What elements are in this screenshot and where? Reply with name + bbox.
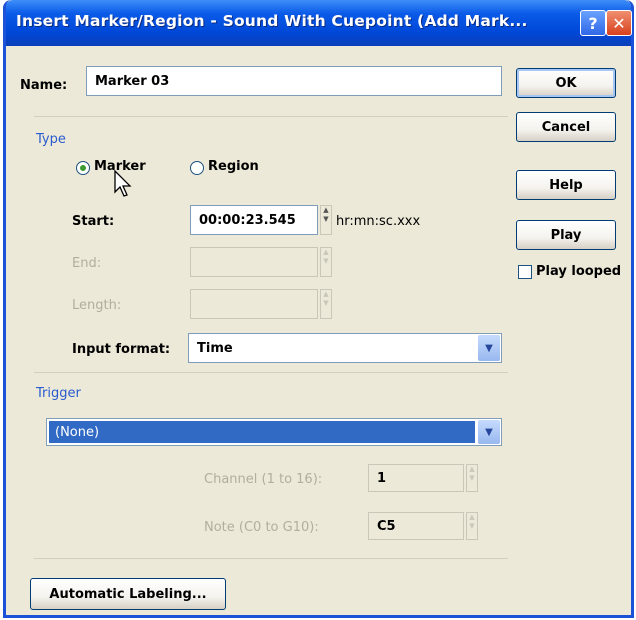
input-format-value: Time — [197, 340, 233, 356]
channel-label: Channel (1 to 16): — [204, 472, 323, 487]
chevron-down-icon[interactable]: ▼ — [478, 420, 500, 444]
dialog-body: Name: Marker 03 OK Cancel Help Play Play… — [6, 46, 631, 618]
play-looped-label: Play looped — [536, 264, 622, 279]
close-icon[interactable]: ✕ — [606, 10, 632, 36]
ok-button[interactable]: OK — [516, 68, 616, 98]
type-group-label: Type — [34, 132, 68, 147]
chevron-down-icon[interactable]: ▼ — [478, 335, 500, 361]
trigger-select[interactable]: (None) ▼ — [46, 418, 502, 446]
play-looped-checkbox[interactable] — [518, 265, 532, 279]
channel-spinner[interactable]: ▲ ▼ — [466, 464, 478, 492]
dialog-window: Insert Marker/Region - Sound With Cuepoi… — [3, 0, 634, 618]
note-label: Note (C0 to G10): — [204, 520, 319, 535]
region-radio[interactable] — [190, 161, 204, 175]
length-input[interactable] — [190, 289, 318, 319]
title-bar[interactable]: Insert Marker/Region - Sound With Cuepoi… — [6, 0, 632, 46]
trigger-selection-highlight — [49, 421, 475, 443]
input-format-label: Input format: — [72, 342, 171, 357]
help-icon[interactable]: ? — [580, 10, 606, 36]
marker-radio[interactable] — [76, 161, 90, 175]
note-input[interactable]: C5 — [368, 512, 464, 540]
end-spinner[interactable]: ▲ ▼ — [320, 247, 332, 277]
start-unit: hr:mn:sc.xxx — [336, 214, 421, 229]
input-format-select[interactable]: Time ▼ — [188, 333, 502, 363]
channel-input[interactable]: 1 — [368, 464, 464, 492]
name-label: Name: — [20, 78, 68, 93]
length-label: Length: — [72, 298, 122, 313]
end-input[interactable] — [190, 247, 318, 277]
window-title: Insert Marker/Region - Sound With Cuepoi… — [16, 12, 528, 30]
start-label: Start: — [72, 214, 115, 229]
region-radio-label[interactable]: Region — [208, 159, 259, 174]
start-spinner[interactable]: ▲ ▼ — [320, 205, 332, 235]
cancel-button[interactable]: Cancel — [516, 112, 616, 142]
help-button[interactable]: Help — [516, 170, 616, 200]
automatic-labeling-button[interactable]: Automatic Labeling... — [30, 578, 226, 610]
name-input[interactable]: Marker 03 — [86, 66, 502, 96]
trigger-value: (None) — [55, 424, 100, 440]
trigger-group-line — [34, 372, 508, 373]
length-spinner[interactable]: ▲ ▼ — [320, 289, 332, 319]
mouse-pointer-icon — [114, 170, 132, 197]
trigger-group-label: Trigger — [34, 386, 83, 401]
bottom-line — [34, 558, 508, 559]
start-input[interactable]: 00:00:23.545 — [190, 205, 318, 235]
end-label: End: — [72, 256, 102, 271]
play-button[interactable]: Play — [516, 220, 616, 250]
note-spinner[interactable]: ▲ ▼ — [466, 512, 478, 540]
type-group-line — [34, 116, 508, 117]
